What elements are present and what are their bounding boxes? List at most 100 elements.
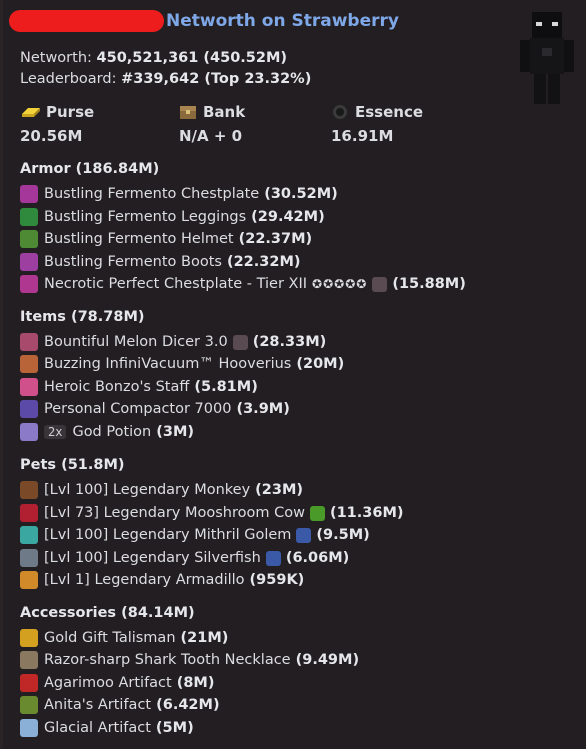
item-value: (29.42M)	[251, 209, 325, 225]
item-name: Gold Gift Talisman	[44, 630, 176, 646]
item-name: God Potion	[72, 424, 152, 440]
item-value: (11.36M)	[329, 505, 404, 521]
item-name: [Lvl 100] Legendary Monkey	[44, 482, 251, 498]
pickaxe-icon	[265, 550, 281, 566]
item-value: (9.5M)	[316, 527, 370, 543]
leaderboard-label: Leaderboard:	[20, 71, 117, 87]
quantity-badge: 2x	[44, 425, 67, 439]
item-name: [Lvl 100] Legendary Silverfish	[44, 550, 261, 566]
boots-icon	[20, 253, 38, 271]
perfect-chestplate-icon	[20, 275, 38, 293]
inventory-item: Bountiful Melon Dicer 3.0 (28.33M)	[20, 331, 326, 353]
gemstone-icon	[372, 276, 388, 292]
pet-item: [Lvl 73] Legendary Mooshroom Cow (11.36M…	[20, 502, 404, 524]
item-value: (5M)	[155, 720, 194, 736]
item-name: Bustling Fermento Chestplate	[44, 186, 260, 202]
pet-item: [Lvl 100] Legendary Silverfish (6.06M)	[20, 547, 349, 569]
player-skin-thumbnail	[520, 12, 574, 104]
mooshroom-icon	[20, 504, 38, 522]
item-name: Personal Compactor 7000	[44, 401, 232, 417]
item-value: (6.06M)	[285, 550, 350, 566]
item-name: Bustling Fermento Boots	[44, 254, 222, 270]
item-value: (30.52M)	[264, 186, 338, 202]
pets-section-title: Pets (51.8M)	[20, 457, 125, 473]
inventory-item: Personal Compactor 7000 (3.9M)	[20, 398, 290, 420]
pickaxe-icon	[296, 527, 312, 543]
inventory-item: Heroic Bonzo's Staff (5.81M)	[20, 376, 258, 398]
item-value: (23M)	[255, 482, 304, 498]
compactor-icon	[20, 400, 38, 418]
inventory-item: Buzzing InfiniVacuum™ Hooverius (20M)	[20, 353, 344, 375]
item-name: Bustling Fermento Helmet	[44, 231, 234, 247]
purse-value: 20.56M	[20, 127, 83, 145]
pet-item: [Lvl 100] Legendary Mithril Golem (9.5M)	[20, 524, 370, 546]
items-section-title: Items (78.78M)	[20, 309, 145, 325]
glacial-icon	[20, 719, 38, 737]
bank-label: Bank	[203, 103, 246, 121]
item-name: [Lvl 1] Legendary Armadillo	[44, 572, 245, 588]
inventory-item: 2x God Potion (3M)	[20, 421, 194, 443]
item-name: Necrotic Perfect Chestplate - Tier XII	[44, 276, 308, 292]
helmet-icon	[20, 230, 38, 248]
armor-section-title: Armor (186.84M)	[20, 161, 160, 177]
gift-icon	[20, 629, 38, 647]
vacuum-icon	[20, 355, 38, 373]
item-value: (22.37M)	[238, 231, 313, 247]
item-value: (6.42M)	[156, 697, 220, 713]
item-value: (22.32M)	[226, 254, 301, 270]
pet-item: [Lvl 1] Legendary Armadillo (959K)	[20, 569, 304, 591]
item-value: (20M)	[296, 356, 345, 372]
staff-icon	[20, 378, 38, 396]
networth-label: Networth:	[20, 50, 92, 66]
necklace-icon	[20, 651, 38, 669]
item-name: Razor-sharp Shark Tooth Necklace	[44, 652, 291, 668]
agarimoo-icon	[20, 674, 38, 692]
item-value: (959K)	[249, 572, 305, 588]
accessory-item: Glacial Artifact (5M)	[20, 717, 194, 739]
redacted-username	[9, 10, 164, 32]
item-name: Heroic Bonzo's Staff	[44, 379, 190, 395]
leaderboard-line: Leaderboard: #339,642 (Top 23.32%)	[20, 69, 311, 89]
embed-title[interactable]: Networth on Strawberry	[166, 11, 399, 31]
item-name: Buzzing InfiniVacuum™ Hooverius	[44, 356, 292, 372]
gemstone-icon	[232, 334, 248, 350]
armor-item: Bustling Fermento Helmet (22.37M)	[20, 228, 312, 250]
item-name: [Lvl 100] Legendary Mithril Golem	[44, 527, 292, 543]
item-name: Agarimoo Artifact	[44, 675, 172, 691]
accessories-section-title: Accessories (84.14M)	[20, 605, 195, 621]
item-value: (3.9M)	[236, 401, 290, 417]
item-name: Anita's Artifact	[44, 697, 152, 713]
accessory-item: Razor-sharp Shark Tooth Necklace (9.49M)	[20, 649, 359, 671]
networth-embed: Networth on Strawberry Networth: 450,521…	[0, 0, 586, 749]
item-name: [Lvl 73] Legendary Mooshroom Cow	[44, 505, 305, 521]
leaderboard-value: #339,642 (Top 23.32%)	[121, 71, 312, 87]
monkey-icon	[20, 481, 38, 499]
accessory-item: Gold Gift Talisman (21M)	[20, 627, 228, 649]
item-name: Glacial Artifact	[44, 720, 151, 736]
bank-stat: Bank	[179, 103, 245, 121]
golem-icon	[20, 526, 38, 544]
silverfish-icon	[20, 549, 38, 567]
networth-line: Networth: 450,521,361 (450.52M)	[20, 48, 287, 68]
accessory-item: Agarimoo Artifact (8M)	[20, 672, 215, 694]
essence-value: 16.91M	[331, 127, 394, 145]
wither-essence-icon	[333, 105, 347, 119]
essence-label: Essence	[355, 103, 424, 121]
pet-item-icon	[309, 505, 325, 521]
bank-value: N/A + 0	[179, 127, 243, 145]
item-value: (21M)	[180, 630, 229, 646]
anita-icon	[20, 696, 38, 714]
armor-item: Bustling Fermento Leggings (29.42M)	[20, 206, 325, 228]
essence-stat: Essence	[331, 103, 423, 121]
networth-value: 450,521,361 (450.52M)	[96, 50, 288, 66]
accessory-item: Anita's Artifact (6.42M)	[20, 694, 220, 716]
item-value: (9.49M)	[295, 652, 360, 668]
item-value: (15.88M)	[392, 276, 466, 292]
item-name: Bustling Fermento Leggings	[44, 209, 247, 225]
item-value: (28.33M)	[252, 334, 327, 350]
star-rating: ✪✪✪✪✪	[312, 277, 368, 291]
gold-ingot-icon	[22, 108, 40, 117]
purse-label: Purse	[46, 103, 95, 121]
armor-item: Bustling Fermento Boots (22.32M)	[20, 251, 301, 273]
purse-stat: Purse	[20, 103, 94, 121]
